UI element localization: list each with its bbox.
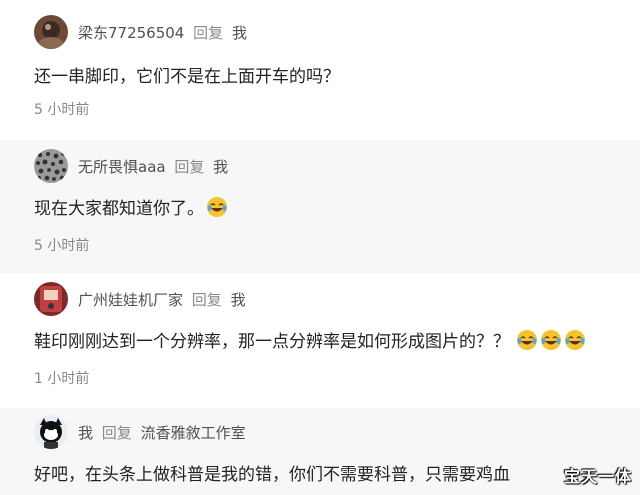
user-avatar-pattern-icon[interactable]	[34, 149, 68, 183]
user-avatar-photo-icon[interactable]	[34, 15, 68, 49]
reply-label: 回复	[101, 423, 132, 442]
author-name[interactable]: 无所畏惧aaa	[78, 158, 166, 176]
reply-label: 回复	[174, 157, 205, 176]
comment-header: 梁东77256504 回复 我	[34, 14, 247, 50]
reply-target[interactable]: 流香雅敘工作室	[141, 424, 246, 442]
reply-target[interactable]: 我	[232, 24, 247, 42]
comment-time: 5 小时前	[34, 238, 90, 254]
comment-meta: 广州娃娃机厂家 回复 我	[78, 289, 246, 310]
comment-meta: 无所畏惧aaa 回复 我	[78, 156, 228, 177]
laugh-cry-emoji-icon	[516, 329, 538, 351]
comment-text-content: 还一串脚印，它们不是在上面开车的吗？	[34, 67, 340, 87]
comment-text: 好吧，在头条上做科普是我的错，你们不需要科普，只需要鸡血	[34, 460, 510, 485]
reply-target[interactable]: 我	[231, 291, 246, 309]
comment-item: 我 回复 流香雅敘工作室 好吧，在头条上做科普是我的错，你们不需要科普，只需要鸡…	[0, 408, 640, 495]
comment-meta: 梁东77256504 回复 我	[78, 22, 247, 43]
comment-time: 1 小时前	[34, 371, 90, 387]
comment-text-content: 好吧，在头条上做科普是我的错，你们不需要科普，只需要鸡血	[34, 465, 510, 485]
laugh-cry-emoji-icon	[564, 329, 586, 351]
comment-item: 梁东77256504 回复 我 还一串脚印，它们不是在上面开车的吗？ 5 小时前	[0, 0, 640, 140]
reply-label: 回复	[191, 290, 222, 309]
comment-text: 还一串脚印，它们不是在上面开车的吗？	[34, 62, 340, 87]
comment-time: 5 小时前	[34, 102, 90, 118]
laugh-cry-emoji-icon	[206, 196, 228, 218]
comment-item: 无所畏惧aaa 回复 我 现在大家都知道你了。 5 小时前	[0, 140, 640, 273]
comment-text: 现在大家都知道你了。	[34, 194, 228, 219]
comment-meta: 我 回复 流香雅敘工作室	[78, 422, 246, 443]
comment-text: 鞋印刚刚达到一个分辨率，那一点分辨率是如何形成图片的？？	[34, 327, 586, 352]
comment-header: 我 回复 流香雅敘工作室	[34, 414, 246, 450]
comment-text-content: 鞋印刚刚达到一个分辨率，那一点分辨率是如何形成图片的？？	[34, 332, 510, 352]
comment-header: 广州娃娃机厂家 回复 我	[34, 281, 246, 317]
comment-item: 广州娃娃机厂家 回复 我 鞋印刚刚达到一个分辨率，那一点分辨率是如何形成图片的？…	[0, 273, 640, 408]
author-name[interactable]: 我	[78, 424, 93, 442]
user-avatar-photo-icon[interactable]	[34, 282, 68, 316]
comment-header: 无所畏惧aaa 回复 我	[34, 148, 228, 184]
reply-label: 回复	[193, 23, 224, 42]
user-avatar-cartoon-icon[interactable]	[34, 415, 68, 449]
comment-text-content: 现在大家都知道你了。	[34, 199, 204, 219]
laugh-cry-emoji-icon	[540, 329, 562, 351]
watermark-logo: 宝天一体	[563, 467, 632, 486]
author-name[interactable]: 梁东77256504	[78, 24, 184, 42]
author-name[interactable]: 广州娃娃机厂家	[78, 291, 183, 309]
reply-target[interactable]: 我	[213, 158, 228, 176]
